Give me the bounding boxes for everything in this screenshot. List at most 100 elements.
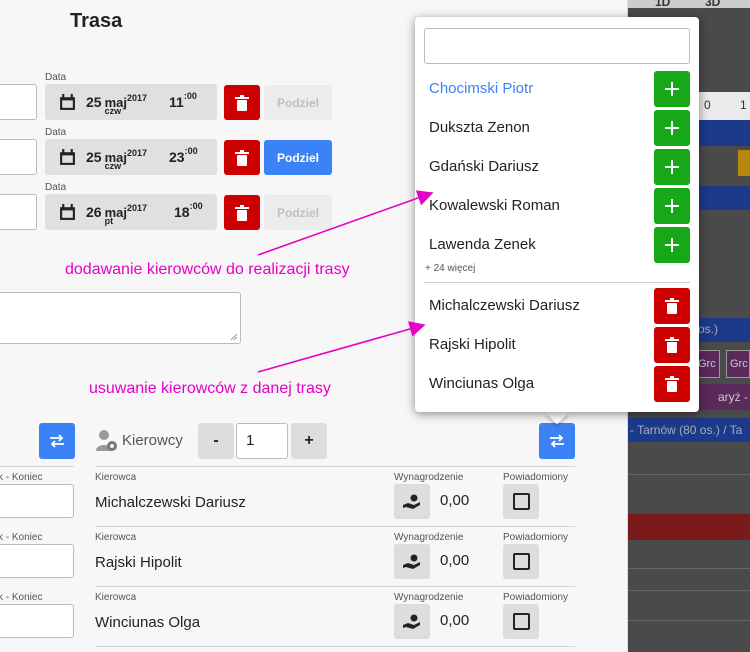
decrement-button[interactable]: -	[198, 423, 234, 459]
calendar-event-label: Grc	[698, 358, 716, 370]
row-divider	[95, 526, 575, 527]
add-driver-button[interactable]	[654, 227, 690, 263]
assign-drivers-button[interactable]	[539, 423, 575, 459]
remove-driver-button[interactable]	[654, 366, 690, 402]
date-picker[interactable]: 25 maj2017 czw 11:00	[45, 84, 217, 120]
row-divider	[0, 466, 74, 467]
end-label: k - Koniec	[0, 472, 43, 483]
split-button[interactable]: Podziel	[264, 140, 332, 175]
add-driver-button[interactable]	[654, 188, 690, 224]
notified-checkbox[interactable]	[503, 604, 539, 639]
assigned-driver-name: Winciunas Olga	[429, 375, 535, 392]
driver-select-popup: Chocimski Piotr Dukszta Zenon Gdański Da…	[415, 17, 699, 412]
notified-column-label: Powiadomiony	[503, 532, 569, 543]
end-time-input[interactable]	[0, 604, 74, 638]
notified-column-label: Powiadomiony	[503, 472, 569, 483]
calendar-view-1d[interactable]: 1D	[655, 0, 670, 9]
calendar-event[interactable]	[738, 150, 750, 176]
pay-value: 0,00	[440, 612, 470, 629]
row-divider	[95, 586, 575, 587]
available-driver-name[interactable]: Kowalewski Roman	[429, 197, 560, 214]
date-label: Data	[45, 127, 67, 138]
pay-column-label: Wynagrodzenie	[394, 532, 464, 543]
calendar-event-label: Grc	[730, 358, 748, 370]
end-time-input[interactable]	[0, 484, 74, 518]
pay-column-label: Wynagrodzenie	[394, 472, 464, 483]
split-button[interactable]: Podziel	[264, 85, 332, 120]
popup-divider	[424, 282, 690, 283]
delete-button[interactable]	[224, 195, 260, 230]
date-picker[interactable]: 25 maj2017 czw 23:00	[45, 139, 217, 175]
remove-driver-button[interactable]	[654, 288, 690, 324]
delete-button[interactable]	[224, 85, 260, 120]
row-divider	[95, 466, 575, 467]
calendar-grid-line	[628, 620, 750, 621]
swap-icon	[50, 434, 64, 448]
page-title: Trasa	[70, 10, 123, 32]
notified-checkbox[interactable]	[503, 544, 539, 579]
calendar-header	[628, 0, 750, 8]
available-driver-name[interactable]: Chocimski Piotr	[429, 80, 533, 97]
calendar-hour-label: 1	[740, 98, 747, 112]
driver-search-input[interactable]	[424, 28, 690, 64]
trash-icon	[235, 94, 249, 111]
swap-button[interactable]	[39, 423, 75, 459]
calendar-icon	[60, 148, 75, 165]
plus-icon	[665, 82, 679, 96]
end-time-input[interactable]	[0, 544, 74, 578]
pay-hand-icon	[403, 614, 420, 629]
trash-icon	[235, 149, 249, 166]
notes-textarea[interactable]	[0, 292, 241, 344]
plus-icon	[665, 238, 679, 252]
add-driver-button[interactable]	[654, 71, 690, 107]
stop-input[interactable]	[0, 84, 37, 120]
end-label: k - Koniec	[0, 592, 43, 603]
calendar-grid-line	[628, 590, 750, 591]
calendar-event[interactable]	[628, 514, 750, 540]
delete-button[interactable]	[224, 140, 260, 175]
driver-column-label: Kierowca	[95, 472, 137, 483]
more-drivers-label[interactable]: + 24 więcej	[425, 263, 475, 274]
pay-value: 0,00	[440, 492, 470, 509]
pay-column-label: Wynagrodzenie	[394, 592, 464, 603]
calendar-grid-line	[628, 568, 750, 569]
pay-hand-icon	[403, 494, 420, 509]
driver-column-label: Kierowca	[95, 592, 137, 603]
stop-input[interactable]	[0, 194, 37, 230]
date-label: Data	[45, 72, 67, 83]
notified-checkbox[interactable]	[503, 484, 539, 519]
assigned-driver-name: Michalczewski Dariusz	[429, 297, 580, 314]
pay-button[interactable]	[394, 484, 430, 519]
trash-icon	[665, 376, 679, 392]
pay-value: 0,00	[440, 552, 470, 569]
pay-button[interactable]	[394, 544, 430, 579]
plus-icon	[665, 199, 679, 213]
available-driver-name[interactable]: Dukszta Zenon	[429, 119, 530, 136]
swap-icon	[550, 434, 564, 448]
remove-driver-button[interactable]	[654, 327, 690, 363]
add-driver-button[interactable]	[654, 149, 690, 185]
stop-input[interactable]	[0, 139, 37, 175]
split-button[interactable]: Podziel	[264, 195, 332, 230]
pay-button[interactable]	[394, 604, 430, 639]
resize-handle-icon[interactable]	[230, 333, 238, 341]
driver-name: Rajski Hipolit	[95, 554, 182, 571]
calendar-hour-label: 0	[704, 98, 711, 112]
calendar-event-label: - Tarnów (80 os.) / Ta	[630, 423, 743, 437]
end-label: k - Koniec	[0, 532, 43, 543]
drivers-count-input[interactable]: 1	[236, 423, 288, 459]
notified-column-label: Powiadomiony	[503, 592, 569, 603]
plus-icon	[665, 160, 679, 174]
available-driver-name[interactable]: Gdański Dariusz	[429, 158, 539, 175]
increment-button[interactable]: +	[291, 423, 327, 459]
driver-column-label: Kierowca	[95, 532, 137, 543]
driver-icon	[96, 430, 117, 451]
date-label: Data	[45, 182, 67, 193]
calendar-icon	[60, 93, 75, 110]
available-driver-name[interactable]: Lawenda Zenek	[429, 236, 536, 253]
trash-icon	[665, 298, 679, 314]
add-driver-button[interactable]	[654, 110, 690, 146]
calendar-view-3d[interactable]: 3D	[705, 0, 720, 9]
plus-icon	[665, 121, 679, 135]
date-picker[interactable]: 26 maj2017 pt 18:00	[45, 194, 217, 230]
